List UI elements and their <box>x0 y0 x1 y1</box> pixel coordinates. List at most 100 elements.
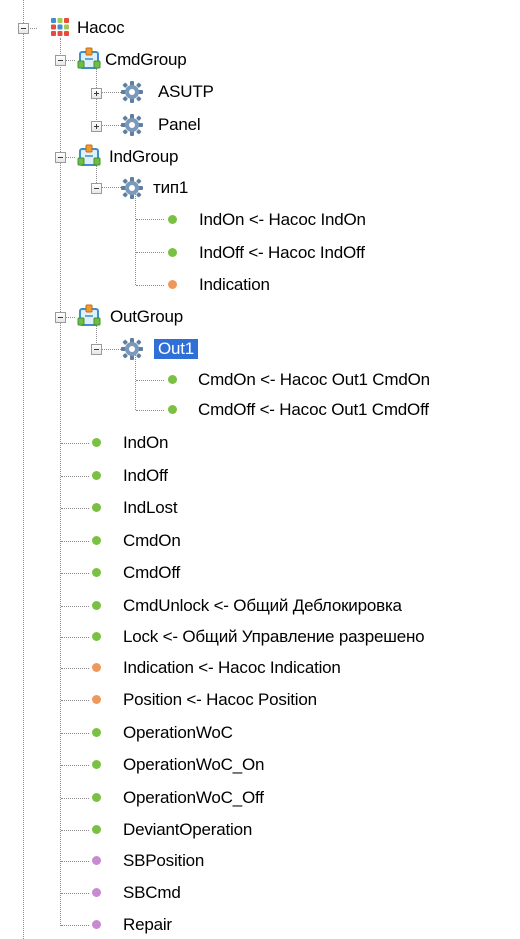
tree-line <box>61 541 89 542</box>
tree-node-asutp[interactable]: ASUTP <box>84 78 264 106</box>
tree-node-out1[interactable]: Out1 <box>84 335 264 363</box>
tree-node-leaf[interactable]: IndOn <- Насос IndOn <box>164 206 464 234</box>
green-dot-icon <box>92 536 101 545</box>
tree-line <box>136 285 164 286</box>
tree-node-label: CmdOn <- Насос Out1 CmdOn <box>198 370 430 389</box>
tree-node-label: IndGroup <box>109 147 179 166</box>
tree-node-label: OperationWoC_On <box>123 755 265 774</box>
tree-line <box>61 700 89 701</box>
tree-node-leaf[interactable]: Indication <- Насос Indication <box>89 654 489 682</box>
tree-line <box>61 830 89 831</box>
collapse-toggle-icon[interactable] <box>55 152 66 163</box>
green-dot-icon <box>168 215 177 224</box>
tree-node-leaf[interactable]: SBCmd <box>89 879 489 907</box>
tree-node-tip1[interactable]: тип1 <box>84 174 264 202</box>
tree-node-cmdgroup[interactable]: CmdGroup <box>47 46 227 74</box>
tree-node-label: ASUTP <box>158 82 214 101</box>
tree-node-indgroup[interactable]: IndGroup <box>47 143 227 171</box>
tree-line <box>61 733 89 734</box>
tree-line <box>61 476 89 477</box>
tree-node-leaf[interactable]: OperationWoC_Off <box>89 784 489 812</box>
tree-node-leaf[interactable]: Lock <- Общий Управление разрешено <box>89 623 514 651</box>
tree-node-leaf[interactable]: Indication <box>164 271 464 299</box>
green-dot-icon <box>168 375 177 384</box>
tree-line <box>61 893 89 894</box>
tree-node-label: тип1 <box>153 178 189 197</box>
tree-node-label: IndOff <- Насос IndOff <box>199 243 365 262</box>
green-dot-icon <box>92 503 101 512</box>
green-dot-icon <box>92 568 101 577</box>
tree-node-leaf[interactable]: Position <- Насос Position <box>89 686 489 714</box>
grid-icon <box>51 18 69 36</box>
tree-node-label: CmdOff <- Насос Out1 CmdOff <box>198 400 429 419</box>
tree-node-label: Indication <- Насос Indication <box>123 658 341 677</box>
green-dot-icon <box>92 438 101 447</box>
tree-node-label: SBPosition <box>123 851 205 870</box>
green-dot-icon <box>92 825 101 834</box>
tree-node-leaf[interactable]: IndOff <- Насос IndOff <box>164 239 464 267</box>
tree-line <box>60 38 61 926</box>
tree-view: Насос CmdGroup ASUTP Panel IndGroup тип1… <box>0 0 520 939</box>
group-icon <box>77 304 101 326</box>
tree-line <box>61 765 89 766</box>
tree-node-label: IndOff <box>123 466 168 485</box>
tree-node-leaf[interactable]: CmdOn <box>89 527 489 555</box>
green-dot-icon <box>168 248 177 257</box>
tree-line <box>136 252 164 253</box>
tree-node-leaf[interactable]: CmdOff <- Насос Out1 CmdOff <box>164 396 504 424</box>
collapse-toggle-icon[interactable] <box>91 344 102 355</box>
tree-node-panel[interactable]: Panel <box>84 111 264 139</box>
tree-line <box>61 925 89 926</box>
tree-node-label: Out1 <box>154 339 199 359</box>
tree-node-label: IndOn <- Насос IndOn <box>199 210 366 229</box>
tree-line <box>135 194 136 285</box>
collapse-toggle-icon[interactable] <box>18 23 29 34</box>
tree-node-label: CmdOff <box>123 563 181 582</box>
tree-node-leaf[interactable]: Repair <box>89 911 489 939</box>
group-icon <box>77 144 101 166</box>
gear-icon <box>121 114 143 136</box>
tree-node-leaf[interactable]: IndOff <box>89 462 489 490</box>
orange-dot-icon <box>92 663 101 672</box>
tree-node-label: OperationWoC_Off <box>123 788 264 807</box>
tree-node-leaf[interactable]: OperationWoC <box>89 719 489 747</box>
green-dot-icon <box>92 728 101 737</box>
purple-dot-icon <box>92 920 101 929</box>
tree-node-label: CmdUnlock <- Общий Деблокировка <box>123 596 402 615</box>
tree-line <box>135 355 136 410</box>
expand-toggle-icon[interactable] <box>91 121 102 132</box>
gear-icon <box>121 81 143 103</box>
tree-node-leaf[interactable]: SBPosition <box>89 847 489 875</box>
tree-node-outgroup[interactable]: OutGroup <box>47 303 227 331</box>
tree-node-label: IndLost <box>123 498 178 517</box>
tree-node-leaf[interactable]: CmdOn <- Насос Out1 CmdOn <box>164 366 504 394</box>
tree-node-leaf[interactable]: OperationWoC_On <box>89 751 489 779</box>
collapse-toggle-icon[interactable] <box>91 183 102 194</box>
green-dot-icon <box>92 632 101 641</box>
green-dot-icon <box>168 405 177 414</box>
tree-node-label: Panel <box>158 115 201 134</box>
tree-node-leaf[interactable]: IndOn <box>89 429 489 457</box>
tree-line <box>23 0 24 939</box>
tree-node-leaf[interactable]: IndLost <box>89 494 489 522</box>
orange-dot-icon <box>168 280 177 289</box>
group-icon <box>77 47 101 69</box>
tree-node-root[interactable]: Насос <box>10 14 130 42</box>
tree-line <box>61 668 89 669</box>
tree-line <box>136 380 164 381</box>
tree-line <box>61 861 89 862</box>
tree-node-label: DeviantOperation <box>123 820 253 839</box>
tree-node-label: Насос <box>77 18 125 37</box>
tree-node-label: OperationWoC <box>123 723 233 742</box>
collapse-toggle-icon[interactable] <box>55 312 66 323</box>
tree-node-leaf[interactable]: DeviantOperation <box>89 816 489 844</box>
tree-node-label: CmdOn <box>123 531 181 550</box>
expand-toggle-icon[interactable] <box>91 88 102 99</box>
tree-line <box>61 443 89 444</box>
tree-node-label: OutGroup <box>110 307 184 326</box>
tree-node-label: Position <- Насос Position <box>123 690 317 709</box>
tree-line <box>136 410 164 411</box>
tree-node-leaf[interactable]: CmdOff <box>89 559 489 587</box>
collapse-toggle-icon[interactable] <box>55 55 66 66</box>
tree-node-leaf[interactable]: CmdUnlock <- Общий Деблокировка <box>89 592 509 620</box>
